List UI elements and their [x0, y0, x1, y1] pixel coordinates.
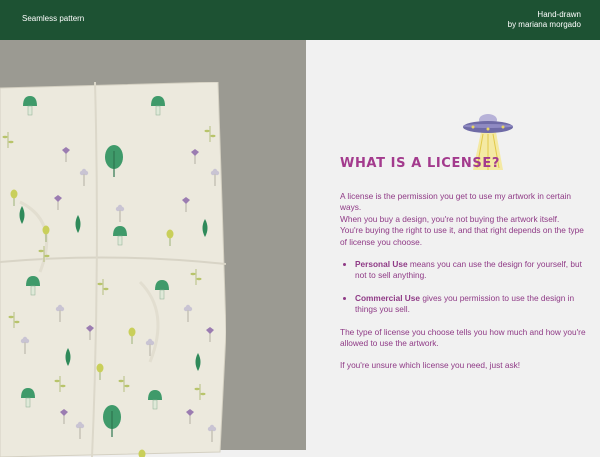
- header-bar: Seamless pattern Hand-drawn by mariana m…: [0, 0, 600, 40]
- license-heading: WHAT IS A LICENSE?: [340, 156, 500, 171]
- license-info-panel: WHAT IS A LICENSE? A license is the perm…: [306, 40, 600, 450]
- fabric-mockup-image: [0, 82, 226, 457]
- buy-explanation-1: When you buy a design, you're not buying…: [340, 213, 560, 224]
- license-body: A license is the permission you get to u…: [340, 191, 586, 372]
- author-credit: Hand-drawn by mariana morgado: [508, 10, 581, 30]
- list-item-commercial-use: Commercial Use gives you permission to u…: [355, 293, 586, 316]
- buy-explanation-2: You're buying the right to use it, and t…: [340, 225, 584, 247]
- commercial-use-label: Commercial Use: [355, 292, 421, 303]
- ask-note: If you're unsure which license you need,…: [340, 360, 521, 371]
- personal-use-label: Personal Use: [355, 259, 408, 270]
- license-types-list: Personal Use means you can use the desig…: [340, 259, 586, 316]
- license-intro: A license is the permission you get to u…: [340, 191, 572, 213]
- mockup-panel: [0, 40, 306, 457]
- license-type-explanation: The type of license you choose tells you…: [340, 326, 586, 349]
- credit-line-2: by mariana morgado: [507, 20, 581, 29]
- pattern-title: Seamless pattern: [22, 14, 85, 23]
- list-item-personal-use: Personal Use means you can use the desig…: [355, 259, 586, 282]
- credit-line-1: Hand-drawn: [537, 10, 581, 19]
